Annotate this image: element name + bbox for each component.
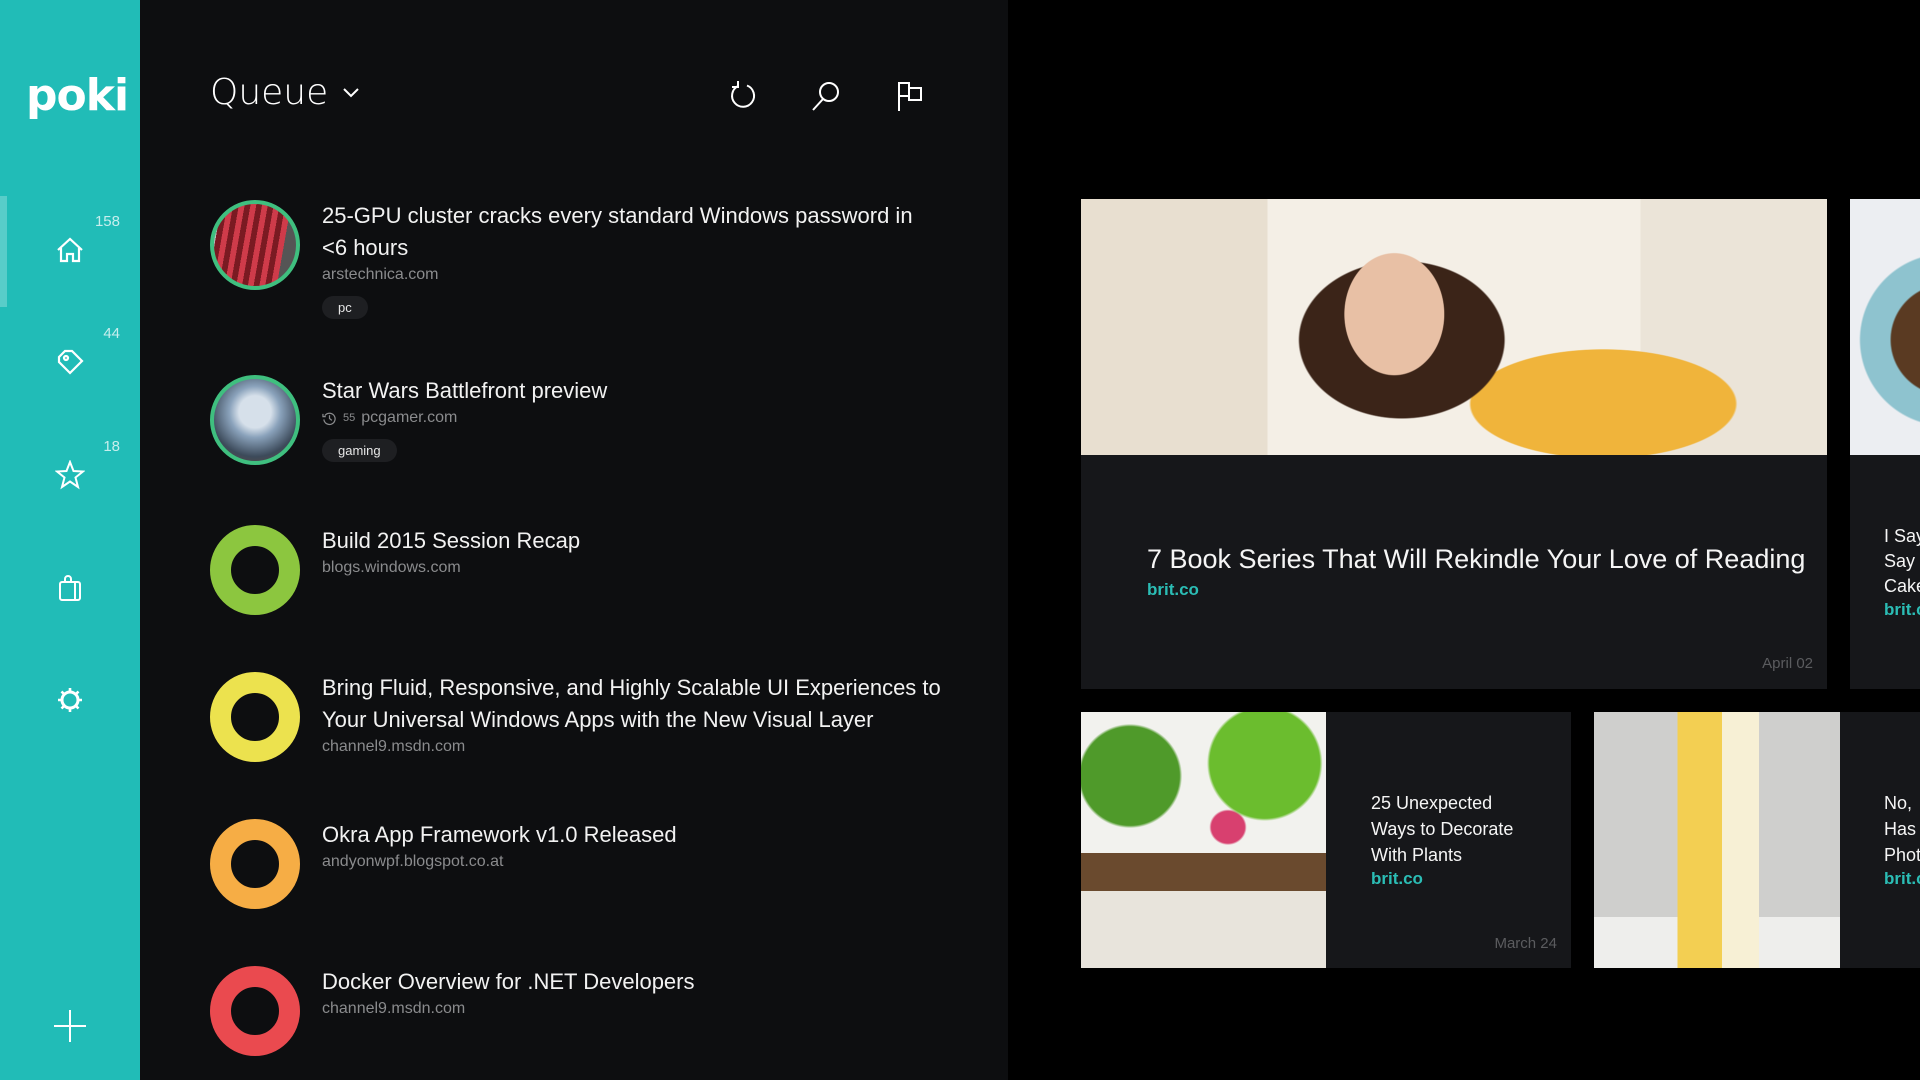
- article-title: Docker Overview for .NET Developers: [322, 969, 695, 994]
- article-title: Build 2015 Session Recap: [322, 528, 581, 553]
- search-button[interactable]: [810, 80, 842, 112]
- featured-card-title: 7 Book Series That Will Rekindle Your Lo…: [1147, 544, 1806, 574]
- article-card-title: 25 Unexpected Ways to Decorate With Plan…: [1371, 793, 1514, 865]
- tag-chip[interactable]: gaming: [322, 439, 397, 462]
- home-count: 158: [94, 213, 120, 230]
- article-card[interactable]: 25 Unexpected Ways to Decorate With Plan…: [1081, 712, 1571, 968]
- read-time: 55: [343, 412, 356, 424]
- article-thumbnail: [210, 200, 300, 290]
- article-source: arstechnica.com: [322, 266, 439, 283]
- article-source: blogs.windows.com: [322, 559, 461, 576]
- article-placeholder-ring: [210, 819, 300, 909]
- article-title: Bring Fluid, Responsive, and Highly Scal…: [322, 675, 941, 732]
- article-source: andyonwpf.blogspot.co.at: [322, 853, 504, 870]
- article-title: Okra App Framework v1.0 Released: [322, 822, 677, 847]
- flag-button[interactable]: [895, 80, 927, 112]
- gear-icon: [58, 688, 82, 712]
- home-icon: [57, 237, 83, 263]
- sidebar-item-settings[interactable]: [0, 655, 140, 745]
- article-card-image: [1594, 712, 1840, 968]
- featured-card-image: [1850, 199, 1920, 455]
- featured-card-title: I Say Say Cake: [1884, 526, 1920, 596]
- article-source: channel9.msdn.com: [322, 738, 466, 755]
- sidebar-item-tags[interactable]: 44: [0, 317, 140, 407]
- plus-icon: [54, 1010, 86, 1042]
- app-window: poki 158 44 18 Queue 25-GPU cluster crac…: [0, 0, 1920, 1080]
- article-card-source: brit.c: [1884, 869, 1920, 888]
- featured-card-date: April 02: [1762, 655, 1813, 672]
- article-source: pcgamer.com: [361, 409, 458, 426]
- queue-dropdown[interactable]: Queue: [210, 72, 360, 113]
- article-card-date: March 24: [1494, 935, 1557, 952]
- tag-icon: [57, 349, 84, 375]
- favorites-count: 18: [103, 438, 120, 455]
- add-button[interactable]: [52, 1008, 88, 1044]
- featured-card-source: brit.co: [1147, 580, 1199, 599]
- tags-count: 44: [103, 325, 120, 342]
- app-logo: poki: [26, 70, 129, 121]
- sidebar-item-store[interactable]: [0, 543, 140, 633]
- flag-icon: [898, 82, 922, 111]
- queue-title: Queue: [210, 72, 329, 113]
- featured-card[interactable]: 7 Book Series That Will Rekindle Your Lo…: [1081, 199, 1827, 689]
- shopping-bag-icon: [59, 575, 81, 601]
- sidebar: poki 158 44 18: [0, 0, 140, 1080]
- queue-panel: Queue 25-GPU cluster cracks every standa…: [140, 0, 1008, 1080]
- history-icon: [322, 412, 336, 425]
- sidebar-item-home[interactable]: 158: [0, 205, 140, 295]
- featured-card[interactable]: I Say Say Cake brit.c: [1850, 199, 1920, 689]
- article-placeholder-ring: [210, 672, 300, 762]
- tag-chip[interactable]: pc: [322, 296, 368, 319]
- star-icon: [55, 460, 85, 490]
- article-source: channel9.msdn.com: [322, 1000, 466, 1017]
- article-placeholder-ring: [210, 966, 300, 1056]
- article-card[interactable]: No, Has Phot brit.c: [1594, 712, 1920, 968]
- article-title: 25-GPU cluster cracks every standard Win…: [322, 203, 913, 260]
- article-placeholder-ring: [210, 525, 300, 615]
- article-card-source: brit.co: [1371, 869, 1423, 888]
- article-card-image: [1081, 712, 1326, 968]
- refresh-icon: [731, 81, 756, 108]
- search-icon: [812, 82, 839, 111]
- chevron-down-icon: [343, 87, 359, 97]
- sidebar-item-favorites[interactable]: 18: [0, 430, 140, 520]
- article-title: Star Wars Battlefront preview: [322, 378, 608, 403]
- refresh-button[interactable]: [727, 80, 759, 112]
- article-card-title: No, Has Phot: [1884, 793, 1920, 865]
- featured-card-image: [1081, 199, 1827, 455]
- featured-card-source: brit.c: [1884, 600, 1920, 619]
- article-thumbnail: [210, 375, 300, 465]
